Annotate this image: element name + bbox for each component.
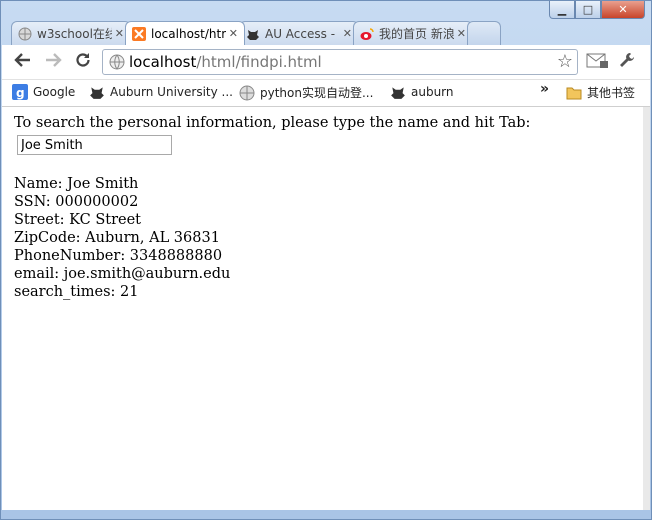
bookmark-label: 其他书签 [587, 86, 636, 100]
au-tiger-icon [89, 84, 105, 100]
gmail-checker-button[interactable] [586, 51, 608, 73]
window-controls: ▁ □ ✕ [549, 1, 645, 19]
other-bookmarks-folder[interactable]: 其他书签 [566, 84, 635, 101]
info-street: Street: KC Street [14, 212, 142, 228]
weibo-icon [360, 27, 374, 41]
tab-close-icon[interactable]: ✕ [457, 27, 466, 40]
gmail-icon [586, 51, 608, 74]
bookmark-label: python实现自动登... [260, 86, 374, 100]
au-tiger-icon [246, 27, 260, 41]
address-bar[interactable]: localhost/html/findpi.html ☆ [102, 49, 578, 75]
tab-close-icon[interactable]: ✕ [343, 27, 352, 40]
globe-icon [18, 27, 32, 41]
tab-label: localhost/html [151, 26, 226, 41]
back-arrow-icon [14, 52, 32, 73]
bookmark-label: Google [33, 85, 76, 99]
tab-strip: w3school在线 ✕ localhost/html ✕ AU Access … [11, 21, 501, 45]
new-tab-button[interactable] [467, 21, 501, 45]
browser-toolbar: localhost/html/findpi.html ☆ [2, 45, 650, 80]
info-ssn: SSN: 000000002 [14, 194, 139, 210]
tab-w3school[interactable]: w3school在线 ✕ [11, 21, 131, 45]
bookmark-auburn-university[interactable]: Auburn University ... [89, 84, 233, 100]
info-phone: PhoneNumber: 3348888880 [14, 248, 223, 264]
page-content: To search the personal information, plea… [2, 107, 644, 511]
bookmark-label: auburn [411, 85, 454, 99]
search-prompt: To search the personal information, plea… [14, 115, 531, 131]
svg-text:g: g [16, 86, 25, 100]
tab-au-access[interactable]: AU Access - ✕ [239, 21, 359, 45]
bookmarks-overflow-button[interactable]: » [540, 81, 549, 97]
reload-icon [74, 51, 92, 74]
wrench-icon [618, 51, 636, 74]
bookmark-label: Auburn University ... [110, 85, 233, 99]
folder-icon [566, 85, 582, 101]
minimize-button[interactable]: ▁ [549, 1, 575, 19]
info-search-times: search_times: 21 [14, 284, 139, 300]
bookmark-star-icon[interactable]: ☆ [557, 51, 573, 72]
forward-button[interactable] [42, 51, 64, 73]
info-email: email: joe.smith@auburn.edu [14, 266, 231, 282]
bookmark-google[interactable]: g Google [12, 84, 75, 100]
bookmark-auburn[interactable]: auburn [390, 84, 454, 100]
close-window-button[interactable]: ✕ [601, 1, 645, 19]
maximize-button[interactable]: □ [575, 1, 601, 19]
info-name: Name: Joe Smith [14, 176, 139, 192]
tab-close-icon[interactable]: ✕ [229, 27, 238, 40]
page-scrollbar[interactable] [643, 107, 650, 511]
tab-localhost[interactable]: localhost/html ✕ [125, 21, 245, 45]
settings-wrench-button[interactable] [616, 51, 638, 73]
tab-label: AU Access - [265, 26, 336, 41]
tab-weibo[interactable]: 我的首页 新浪 ✕ [353, 21, 473, 45]
reload-button[interactable] [72, 51, 94, 73]
address-host: localhost [129, 53, 197, 71]
xampp-icon [132, 26, 146, 41]
address-path: /html/findpi.html [196, 53, 322, 71]
bookmark-python[interactable]: python实现自动登... [239, 84, 373, 101]
window-bottom-frame [1, 510, 651, 519]
personal-info-block: Name: Joe Smith SSN: 000000002 Street: KC … [14, 175, 230, 301]
au-tiger-icon [390, 84, 406, 100]
tab-label: w3school在线 [37, 27, 112, 41]
name-search-input[interactable] [17, 135, 172, 155]
info-zipcode: ZipCode: Auburn, AL 36831 [14, 230, 220, 246]
browser-window: ▁ □ ✕ w3school在线 ✕ localhost/html ✕ AU A… [0, 0, 652, 520]
tab-label: 我的首页 新浪 [379, 27, 454, 41]
back-button[interactable] [12, 51, 34, 73]
page-globe-icon [109, 54, 125, 70]
globe-icon [239, 85, 255, 101]
tab-close-icon[interactable]: ✕ [115, 27, 124, 40]
forward-arrow-icon [44, 52, 62, 73]
google-icon: g [12, 84, 28, 100]
bookmarks-bar: g Google Auburn University ... python实现自… [2, 80, 650, 107]
